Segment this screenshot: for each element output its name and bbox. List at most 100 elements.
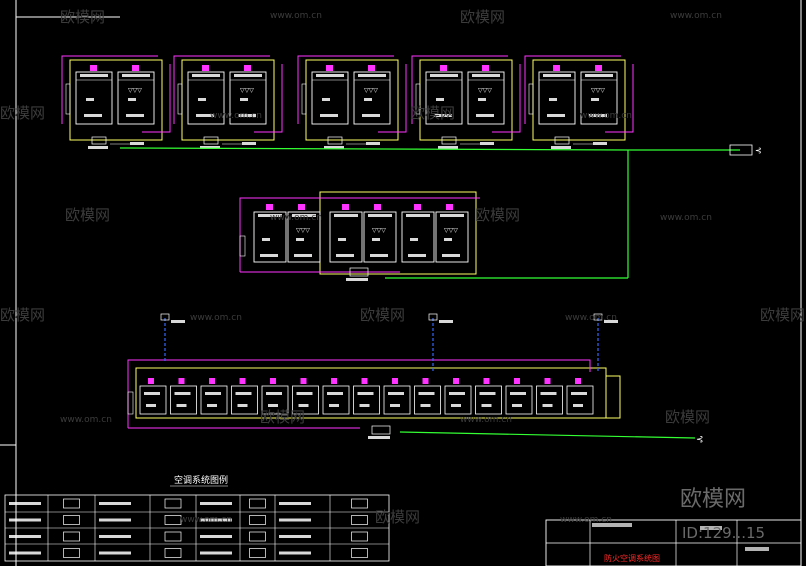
strip-cabinet-label — [357, 392, 374, 395]
cabinet-label-bar — [368, 214, 392, 217]
cabinet-label-bar — [334, 214, 358, 217]
cabinet-bottom-tag — [320, 114, 338, 117]
cabinet-tag — [240, 98, 248, 101]
riser-label — [439, 320, 453, 323]
row1-outlet-mark: ⊰ — [755, 146, 762, 155]
cabinet-label-bar — [192, 74, 220, 77]
cabinet-tag — [296, 238, 304, 241]
strip-damper — [514, 378, 520, 384]
cabinet-tag — [338, 238, 346, 241]
legend-symbol — [63, 548, 80, 558]
legend-label-bar — [200, 502, 232, 505]
strip-damper — [270, 378, 276, 384]
legend-label-bar — [200, 535, 232, 538]
unit-damper — [326, 65, 333, 71]
watermark-text: www.om.cn — [560, 515, 612, 525]
unit-damper — [342, 204, 349, 210]
cabinet-tag — [322, 98, 330, 101]
unit-side-tag — [177, 83, 183, 115]
strip-damper — [422, 378, 429, 384]
legend-symbol — [249, 498, 266, 509]
cabinet-label-bar — [406, 214, 430, 217]
unit-side-tag — [528, 83, 534, 115]
watermark-text: 欧模网 — [360, 306, 405, 324]
legend-symbol — [164, 515, 182, 525]
strip-cabinet-label — [479, 392, 496, 395]
strip-cabinet-tag — [298, 404, 309, 407]
cabinet-bottom-tag — [336, 254, 354, 257]
unit-damper — [244, 65, 251, 71]
top-unit-row: ▽▽▽ ▽▽▽ ▽▽▽ ▽▽▽ ▽▽▽ — [61, 55, 634, 149]
strip-cabinet — [353, 385, 380, 415]
cabinet-arrows: ▽▽▽ — [591, 87, 605, 94]
legend-title: 空调系统图例 — [174, 474, 228, 486]
unit-damper — [595, 65, 602, 71]
cad-drawing: ▽▽▽ ▽▽▽ ▽▽▽ ▽▽▽ ▽▽▽ ⊰ ▽▽▽ ▽▽▽ ▽▽▽ ⊰ 空调系统图例 防火空… — [0, 0, 806, 566]
legend-symbol — [63, 515, 80, 525]
legend-label-bar — [99, 502, 131, 505]
watermark-text: www.om.cn — [460, 415, 512, 425]
watermark-brand-large: 欧模网 — [680, 487, 746, 512]
strip-cabinet-tag — [176, 404, 187, 407]
cabinet-tag — [198, 98, 206, 101]
cabinet-tag — [86, 98, 94, 101]
watermark-text: www.om.cn — [270, 11, 322, 21]
cabinet-tag — [128, 98, 136, 101]
watermark-text: www.om.cn — [670, 11, 722, 21]
strip-side-tag — [127, 391, 134, 415]
watermark-text: www.om.cn — [180, 515, 232, 525]
unit-damper — [482, 65, 489, 71]
watermark-text: www.om.cn — [270, 213, 322, 223]
strip-cabinet — [139, 385, 167, 415]
legend-symbol — [249, 548, 266, 558]
strip-cabinet-tag — [268, 404, 278, 407]
unit-leader-label — [130, 142, 144, 145]
cabinet-arrows: ▽▽▽ — [364, 87, 378, 94]
watermark-text: 欧模网 — [0, 104, 45, 122]
row2-duct-top — [239, 197, 480, 272]
strip-damper — [453, 378, 459, 384]
strip-cabinet — [383, 385, 411, 415]
cabinet-label-bar — [316, 74, 344, 77]
strip-cabinet-tag — [146, 404, 156, 407]
watermark-text: 欧模网 — [475, 206, 520, 224]
unit-damper — [446, 204, 453, 210]
strip-cabinet-tag — [207, 404, 217, 407]
unit-damper — [90, 65, 97, 71]
cabinet-label-bar — [122, 74, 150, 77]
strip-cabinet-label — [388, 392, 404, 395]
cabinet-tag — [372, 238, 380, 241]
legend-symbol — [351, 498, 368, 509]
legend-label-bar — [99, 518, 131, 522]
unit-leader-label — [593, 142, 607, 145]
cabinet-label-bar — [440, 214, 464, 217]
watermark-text: 欧模网 — [260, 408, 305, 426]
strip-damper — [544, 378, 551, 384]
watermark-text: 欧模网 — [665, 408, 710, 426]
legend-label-bar — [279, 551, 311, 555]
strip-cabinet-label — [144, 392, 160, 395]
cabinet-tag — [436, 98, 444, 101]
unit-damper — [553, 65, 560, 71]
cabinet-bottom-tag — [408, 254, 426, 257]
legend-label-bar — [9, 535, 41, 538]
strip-valve-label — [368, 436, 390, 439]
cabinet-label-bar — [430, 74, 458, 77]
legend-label-bar — [9, 502, 41, 505]
legend-symbol — [351, 548, 368, 558]
drawing-name-label: 防火空调系统图 — [604, 553, 660, 563]
unit-side-tag — [65, 83, 71, 115]
watermark-text: www.om.cn — [60, 415, 112, 425]
cabinet-bottom-tag — [476, 114, 494, 117]
unit-damper — [132, 65, 139, 71]
bottom-unit-strip — [127, 313, 621, 439]
cabinet-tag — [591, 98, 599, 101]
strip-cabinet-tag — [512, 404, 522, 407]
cabinet-bottom-tag — [294, 254, 312, 257]
legend-label-bar — [99, 535, 131, 538]
strip-damper — [209, 378, 215, 384]
cabinet-arrows: ▽▽▽ — [296, 227, 310, 234]
row3-outlet-mark: ⊰ — [696, 435, 704, 445]
strip-cabinet-label — [418, 392, 435, 395]
cabinet-label-bar — [543, 74, 571, 77]
